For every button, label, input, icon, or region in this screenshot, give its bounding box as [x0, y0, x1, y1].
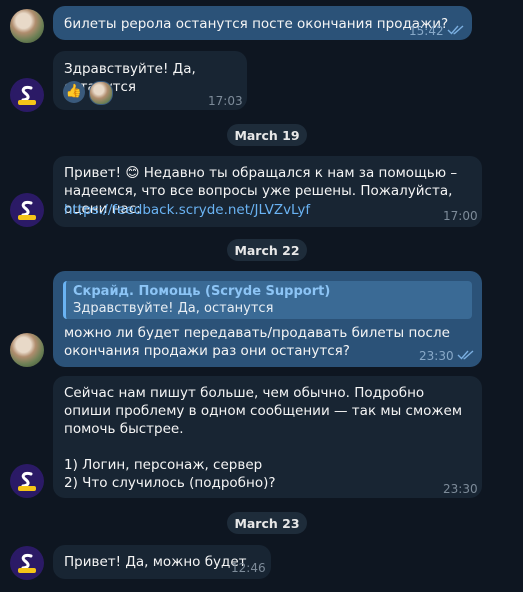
- message-text: можно ли будет передавать/продавать биле…: [64, 325, 455, 359]
- message-bubble-incoming[interactable]: Здравствуйте! Да, останутся 👍 17:03: [53, 51, 247, 110]
- message-text: Сейчас нам пишут больше, чем обычно. Под…: [64, 385, 463, 491]
- message-bubble-incoming[interactable]: Сейчас нам пишут больше, чем обычно. Под…: [53, 376, 482, 498]
- message-bubble-incoming[interactable]: Привет! 😊 Недавно ты обращался к нам за …: [53, 156, 482, 227]
- message-time: 17:00: [443, 209, 478, 223]
- scryde-logo-icon: [13, 549, 41, 577]
- message-bubble-incoming[interactable]: Привет! Да, можно будет 12:46: [53, 545, 271, 579]
- reply-quote[interactable]: Скрайд. Помощь (Scryde Support) Здравств…: [63, 281, 472, 319]
- reply-author: Скрайд. Помощь (Scryde Support): [73, 284, 331, 299]
- message-text: Привет! Да, можно будет: [64, 554, 247, 570]
- message-time: 17:03: [208, 94, 243, 108]
- bot-avatar[interactable]: [10, 546, 44, 580]
- scryde-logo-icon: [13, 467, 41, 495]
- message-bubble-outgoing[interactable]: Скрайд. Помощь (Scryde Support) Здравств…: [53, 271, 482, 367]
- feedback-link[interactable]: https://feedback.scryde.net/JLVZvLyf: [64, 201, 310, 219]
- bot-avatar[interactable]: [10, 464, 44, 498]
- user-avatar[interactable]: [10, 333, 44, 367]
- bot-avatar[interactable]: [10, 78, 44, 112]
- date-separator: March 22: [227, 239, 307, 261]
- scryde-logo-icon: [13, 196, 41, 224]
- user-avatar-reaction-icon: [89, 81, 113, 105]
- message-time: 23:30: [419, 349, 454, 363]
- thumbs-up-reaction[interactable]: 👍: [63, 81, 85, 103]
- date-separator: March 19: [227, 124, 307, 146]
- message-time: 15:42: [409, 24, 444, 38]
- message-bubble-outgoing[interactable]: билеты реpола останутся посте окончания …: [53, 6, 472, 40]
- reactions-row: 👍: [63, 81, 113, 105]
- scryde-logo-icon: [13, 81, 41, 109]
- message-text: билеты реpола останутся посте окончания …: [64, 16, 449, 32]
- message-time: 23:30: [443, 482, 478, 496]
- message-time: 12:46: [231, 561, 266, 575]
- double-check-icon: [447, 25, 464, 35]
- bot-avatar[interactable]: [10, 193, 44, 227]
- double-check-icon: [457, 350, 474, 360]
- user-avatar[interactable]: [10, 9, 44, 43]
- date-separator: March 23: [227, 512, 307, 534]
- reply-text: Здравствуйте! Да, останутся: [73, 301, 274, 316]
